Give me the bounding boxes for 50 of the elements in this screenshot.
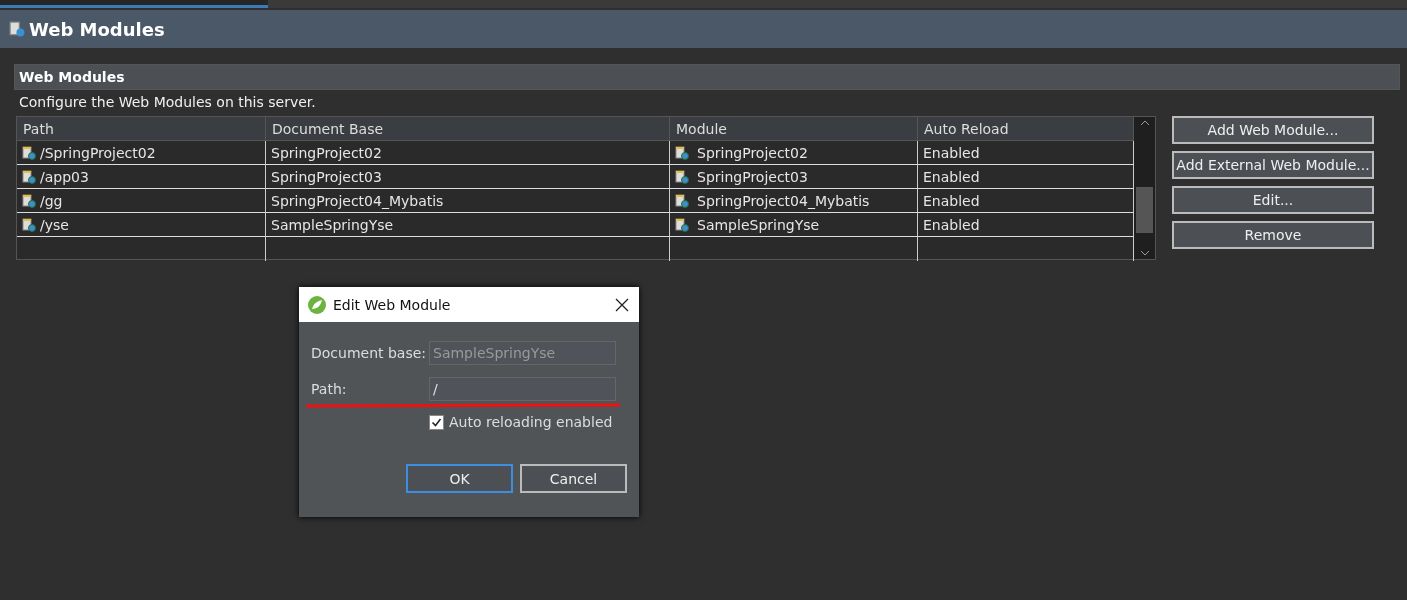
action-button[interactable]: Add External Web Module... [1172, 151, 1374, 179]
cell-text: SampleSpringYse [271, 216, 394, 233]
cell-text: Enabled [923, 216, 980, 233]
web-module-icon [675, 169, 689, 184]
web-module-icon [675, 217, 689, 232]
web-module-icon [675, 145, 689, 160]
leaf-logo-icon [307, 294, 327, 315]
column-header[interactable]: Path [17, 117, 266, 141]
editor-tab[interactable] [0, 0, 268, 8]
action-button[interactable]: Edit... [1172, 186, 1374, 214]
section-description: Configure the Web Modules on this server. [19, 94, 317, 110]
cell-text: SpringProject04_Mybatis [271, 192, 444, 209]
web-module-icon [675, 193, 689, 208]
web-module-icon [22, 145, 36, 160]
chevron-up-icon[interactable] [1139, 120, 1150, 126]
scrollbar-thumb[interactable] [1136, 187, 1153, 233]
field-label: Document base: [311, 345, 428, 361]
cell-text: /app03 [40, 168, 89, 185]
cell-text: Enabled [923, 168, 980, 185]
column-header[interactable]: Module [670, 117, 918, 141]
action-button[interactable]: Remove [1172, 221, 1374, 249]
column-header[interactable]: Auto Reload [918, 117, 1134, 141]
checkbox-label: Auto reloading enabled [449, 414, 613, 430]
cell-text: SpringProject03 [271, 168, 382, 185]
cell-text: SampleSpringYse [697, 216, 820, 233]
dialog-title: Edit Web Module [333, 296, 452, 313]
cell-text: SpringProject03 [697, 168, 808, 185]
cell-text: SpringProject02 [271, 144, 382, 161]
chevron-down-icon[interactable] [1139, 250, 1150, 256]
web-module-icon [22, 193, 36, 208]
path-field[interactable]: / [429, 377, 616, 401]
cell-text: /yse [40, 216, 69, 233]
web-module-icon [22, 217, 36, 232]
dialog-button[interactable]: Cancel [520, 464, 627, 493]
scrollbar[interactable] [1134, 117, 1155, 259]
cell-text: /gg [40, 192, 63, 209]
cell-text: Enabled [923, 144, 980, 161]
checkbox[interactable] [429, 414, 444, 430]
dialog-button[interactable]: OK [406, 464, 513, 493]
column-header[interactable]: Document Base [266, 117, 670, 141]
cell-text: /SpringProject02 [40, 144, 156, 161]
server-icon [9, 21, 25, 37]
web-module-icon [22, 169, 36, 184]
action-button[interactable]: Add Web Module... [1172, 116, 1374, 144]
cell-text: SpringProject02 [697, 144, 808, 161]
cell-text: SpringProject04_Mybatis [697, 192, 870, 209]
page-title: Web Modules [29, 18, 165, 40]
field-label: Path: [311, 381, 348, 397]
section-title: Web Modules [19, 69, 125, 85]
cell-text: Enabled [923, 192, 980, 209]
